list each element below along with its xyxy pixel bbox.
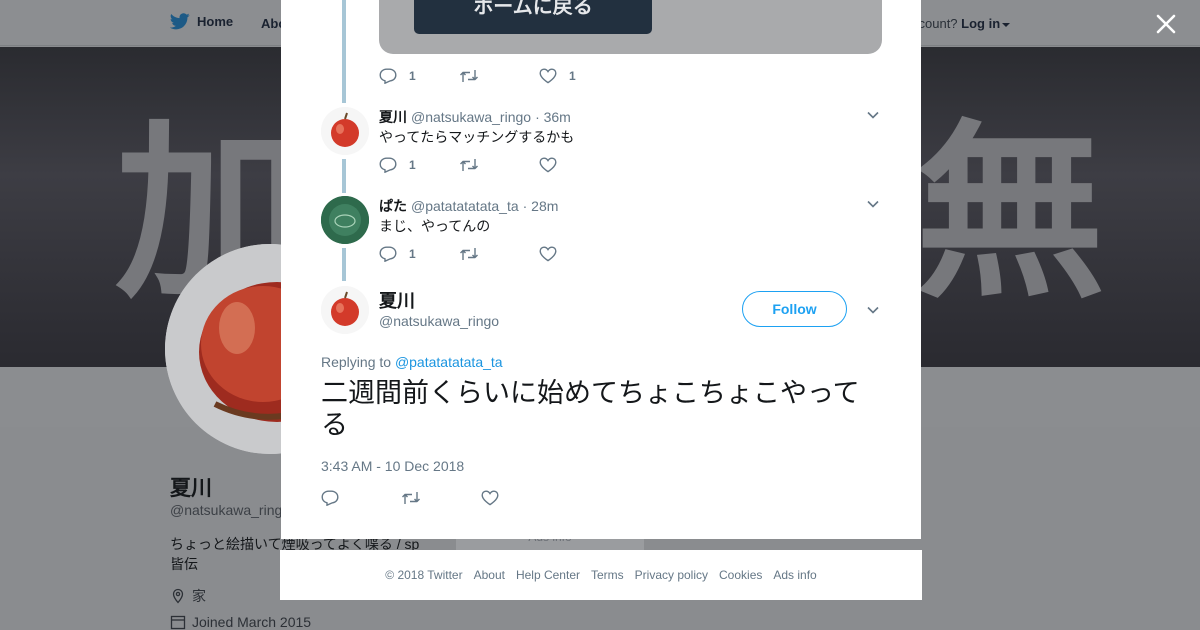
thread-connector xyxy=(342,248,346,281)
profile-handle: @natsukawa_ringo xyxy=(170,502,291,518)
nav-home-label: Home xyxy=(197,14,234,29)
reply-button[interactable]: 1 xyxy=(379,157,459,173)
main-tweet-text: 二週間前くらいに始めてちょこちょこやってる xyxy=(321,378,860,441)
footer-link-ads-info[interactable]: Ads info xyxy=(773,568,816,582)
thread-connector xyxy=(342,0,346,103)
main-tweet-actions xyxy=(321,490,561,506)
retweet-button[interactable] xyxy=(459,246,539,262)
like-icon xyxy=(539,246,557,262)
profile-location: 家 xyxy=(170,586,206,606)
twitter-bird-icon xyxy=(170,13,190,30)
retweet-icon xyxy=(460,248,478,260)
tweet-actions: 1 xyxy=(379,157,619,173)
main-tweet-author-handle[interactable]: @natsukawa_ringo xyxy=(379,313,499,329)
footer-copyright: © 2018 Twitter xyxy=(385,568,463,582)
retweet-button[interactable] xyxy=(459,157,539,173)
replying-to-link[interactable]: @patatatatata_ta xyxy=(395,354,503,370)
login-link[interactable]: Log in xyxy=(961,16,1000,31)
location-icon xyxy=(172,588,184,604)
tweet-text: やってたらマッチングするかも xyxy=(379,129,575,145)
chevron-down-icon[interactable] xyxy=(865,107,881,123)
retweet-icon xyxy=(460,70,478,82)
replying-to-line: Replying to @patatatatata_ta xyxy=(321,354,503,370)
like-icon xyxy=(539,157,557,173)
profile-joined: Joined March 2015 xyxy=(170,614,311,630)
reply-button[interactable]: 1 xyxy=(379,68,459,84)
chevron-down-icon[interactable] xyxy=(1002,22,1011,27)
apple-avatar-image xyxy=(321,107,369,155)
reply-count: 1 xyxy=(409,247,416,261)
main-tweet-timestamp[interactable]: 3:43 AM - 10 Dec 2018 xyxy=(321,458,464,474)
tweet-modal: ホームに戻る 1 1 夏川 @natsukawa_ringo · 36m やって… xyxy=(281,0,921,539)
footer-link-privacy[interactable]: Privacy policy xyxy=(635,568,708,582)
reply-button[interactable] xyxy=(321,490,401,506)
retweet-icon xyxy=(402,492,420,504)
media-home-button[interactable]: ホームに戻る xyxy=(414,0,652,34)
like-button[interactable] xyxy=(539,157,619,173)
footer-link-cookies[interactable]: Cookies xyxy=(719,568,762,582)
tweet-text: まじ、やってんの xyxy=(379,218,491,234)
retweet-button[interactable] xyxy=(401,490,481,506)
tweet-author-handle[interactable]: @natsukawa_ringo xyxy=(411,109,531,125)
banner-char-right: 無 xyxy=(915,103,1106,324)
chevron-down-icon[interactable] xyxy=(865,302,881,318)
green-avatar-image xyxy=(321,196,369,244)
reply-count: 1 xyxy=(409,158,416,172)
nav-home-link[interactable]: Home xyxy=(170,13,233,30)
chevron-down-icon[interactable] xyxy=(865,196,881,212)
reply-icon xyxy=(379,68,397,84)
tweet-header: 夏川 @natsukawa_ringo · 36m xyxy=(379,107,571,127)
tweet-avatar[interactable] xyxy=(321,107,369,155)
like-button[interactable] xyxy=(481,490,561,506)
apple-avatar-image xyxy=(321,286,369,334)
retweet-icon xyxy=(460,159,478,171)
follow-button[interactable]: Follow xyxy=(742,291,847,327)
footer-link-terms[interactable]: Terms xyxy=(591,568,624,582)
like-icon xyxy=(481,490,499,506)
reply-icon xyxy=(379,246,397,262)
main-tweet-avatar[interactable] xyxy=(321,286,369,334)
tweet-avatar[interactable] xyxy=(321,196,369,244)
tweet-actions: 1 1 xyxy=(379,68,619,84)
reply-button[interactable]: 1 xyxy=(379,246,459,262)
close-icon[interactable] xyxy=(1152,10,1180,38)
footer-link-about[interactable]: About xyxy=(474,568,505,582)
tweet-author-name[interactable]: 夏川 xyxy=(379,107,407,127)
reply-count: 1 xyxy=(409,69,416,83)
like-icon xyxy=(539,68,557,84)
tweet-actions: 1 xyxy=(379,246,619,262)
retweet-button[interactable] xyxy=(459,68,539,84)
profile-joined-text: Joined March 2015 xyxy=(192,614,312,630)
calendar-icon xyxy=(170,615,186,630)
footer-link-help-center[interactable]: Help Center xyxy=(516,568,580,582)
main-tweet-author-name[interactable]: 夏川 xyxy=(379,287,415,313)
tweet-author-handle[interactable]: @patatatatata_ta xyxy=(411,198,519,214)
media-home-button-label: ホームに戻る xyxy=(473,0,593,18)
nav-account-area: ccount? Log in xyxy=(912,16,1011,31)
like-button[interactable]: 1 xyxy=(539,68,619,84)
like-button[interactable] xyxy=(539,246,619,262)
profile-name: 夏川 xyxy=(170,477,212,500)
reply-icon xyxy=(321,490,339,506)
like-count: 1 xyxy=(569,69,576,83)
tweet-time[interactable]: · 36m xyxy=(535,109,571,125)
reply-icon xyxy=(379,157,397,173)
tweet-header: ぱた @patatatatata_ta · 28m xyxy=(379,196,558,216)
tweet-time[interactable]: · 28m xyxy=(523,198,559,214)
replying-to-prefix: Replying to xyxy=(321,354,392,370)
tweet-author-name[interactable]: ぱた xyxy=(379,196,407,216)
thread-connector xyxy=(342,159,346,193)
modal-footer: © 2018 Twitter About Help Center Terms P… xyxy=(280,550,922,600)
profile-location-text: 家 xyxy=(192,588,206,604)
